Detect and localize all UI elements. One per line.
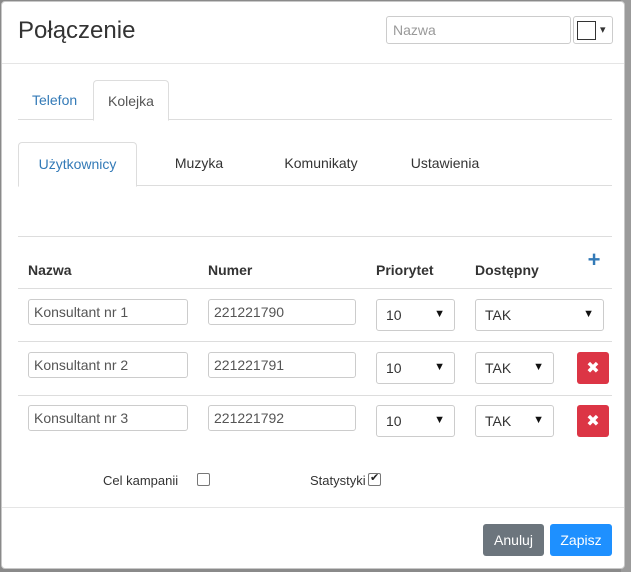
column-header-available: Dostępny <box>475 262 539 278</box>
connection-modal: Połączenie ▾ Telefon Kolejka Użytkownicy… <box>1 1 625 569</box>
consultant-name-input[interactable]: Konsultant nr 3 <box>28 405 188 431</box>
chevron-down-icon: ▾ <box>600 24 606 36</box>
caret-down-icon: ▼ <box>533 414 544 426</box>
name-input[interactable] <box>386 16 571 44</box>
available-value: TAK <box>485 307 512 323</box>
tab-telefon[interactable]: Telefon <box>18 80 91 121</box>
close-icon: ✖ <box>586 413 600 430</box>
delete-row-button[interactable]: ✖ <box>577 352 609 384</box>
color-picker[interactable]: ▾ <box>573 16 613 44</box>
priority-value: 10 <box>386 307 402 323</box>
priority-select[interactable]: 10 ▼ <box>376 405 455 437</box>
row-divider <box>18 395 612 396</box>
row-divider <box>18 288 612 289</box>
add-row-icon[interactable]: + <box>585 249 603 271</box>
delete-row-button[interactable]: ✖ <box>577 405 609 437</box>
campaign-goal-label: Cel kampanii <box>103 473 179 488</box>
modal-header: Połączenie ▾ <box>2 2 624 64</box>
table-divider <box>18 236 612 237</box>
column-header-name: Nazwa <box>28 262 72 278</box>
column-header-number: Numer <box>208 262 253 278</box>
save-button[interactable]: Zapisz <box>550 524 612 556</box>
available-select[interactable]: TAK ▼ <box>475 299 604 331</box>
tab-kolejka[interactable]: Kolejka <box>93 80 169 121</box>
tab-komunikaty[interactable]: Komunikaty <box>266 142 376 187</box>
available-value: TAK <box>485 413 512 429</box>
consultant-number-input[interactable]: 221221790 <box>208 299 356 325</box>
available-select[interactable]: TAK ▼ <box>475 405 554 437</box>
column-header-priority: Priorytet <box>376 262 434 278</box>
tab-uzytkownicy[interactable]: Użytkownicy <box>18 142 137 187</box>
caret-down-icon: ▼ <box>434 308 445 320</box>
color-swatch <box>577 21 596 40</box>
available-value: TAK <box>485 360 512 376</box>
inner-tabs: Użytkownicy Muzyka Komunikaty Ustawienia <box>18 142 612 187</box>
modal-footer: Anuluj Zapisz <box>2 507 624 568</box>
caret-down-icon: ▼ <box>434 414 445 426</box>
caret-down-icon: ▼ <box>583 308 594 320</box>
outer-tabs: Telefon Kolejka <box>18 80 612 121</box>
close-icon: ✖ <box>586 360 600 377</box>
priority-value: 10 <box>386 360 402 376</box>
consultant-number-input[interactable]: 221221791 <box>208 352 356 378</box>
tab-ustawienia[interactable]: Ustawienia <box>390 142 500 187</box>
consultant-name-input[interactable]: Konsultant nr 2 <box>28 352 188 378</box>
modal-title: Połączenie <box>18 17 136 44</box>
cancel-button[interactable]: Anuluj <box>483 524 544 556</box>
statistics-checkbox[interactable] <box>368 471 381 486</box>
priority-value: 10 <box>386 413 402 429</box>
available-select[interactable]: TAK ▼ <box>475 352 554 384</box>
row-divider <box>18 341 612 342</box>
tab-muzyka[interactable]: Muzyka <box>154 142 244 187</box>
priority-select[interactable]: 10 ▼ <box>376 352 455 384</box>
consultant-number-input[interactable]: 221221792 <box>208 405 356 431</box>
caret-down-icon: ▼ <box>533 361 544 373</box>
statistics-label: Statystyki <box>310 473 366 488</box>
priority-select[interactable]: 10 ▼ <box>376 299 455 331</box>
caret-down-icon: ▼ <box>434 361 445 373</box>
campaign-goal-checkbox[interactable] <box>197 473 210 486</box>
consultant-name-input[interactable]: Konsultant nr 1 <box>28 299 188 325</box>
